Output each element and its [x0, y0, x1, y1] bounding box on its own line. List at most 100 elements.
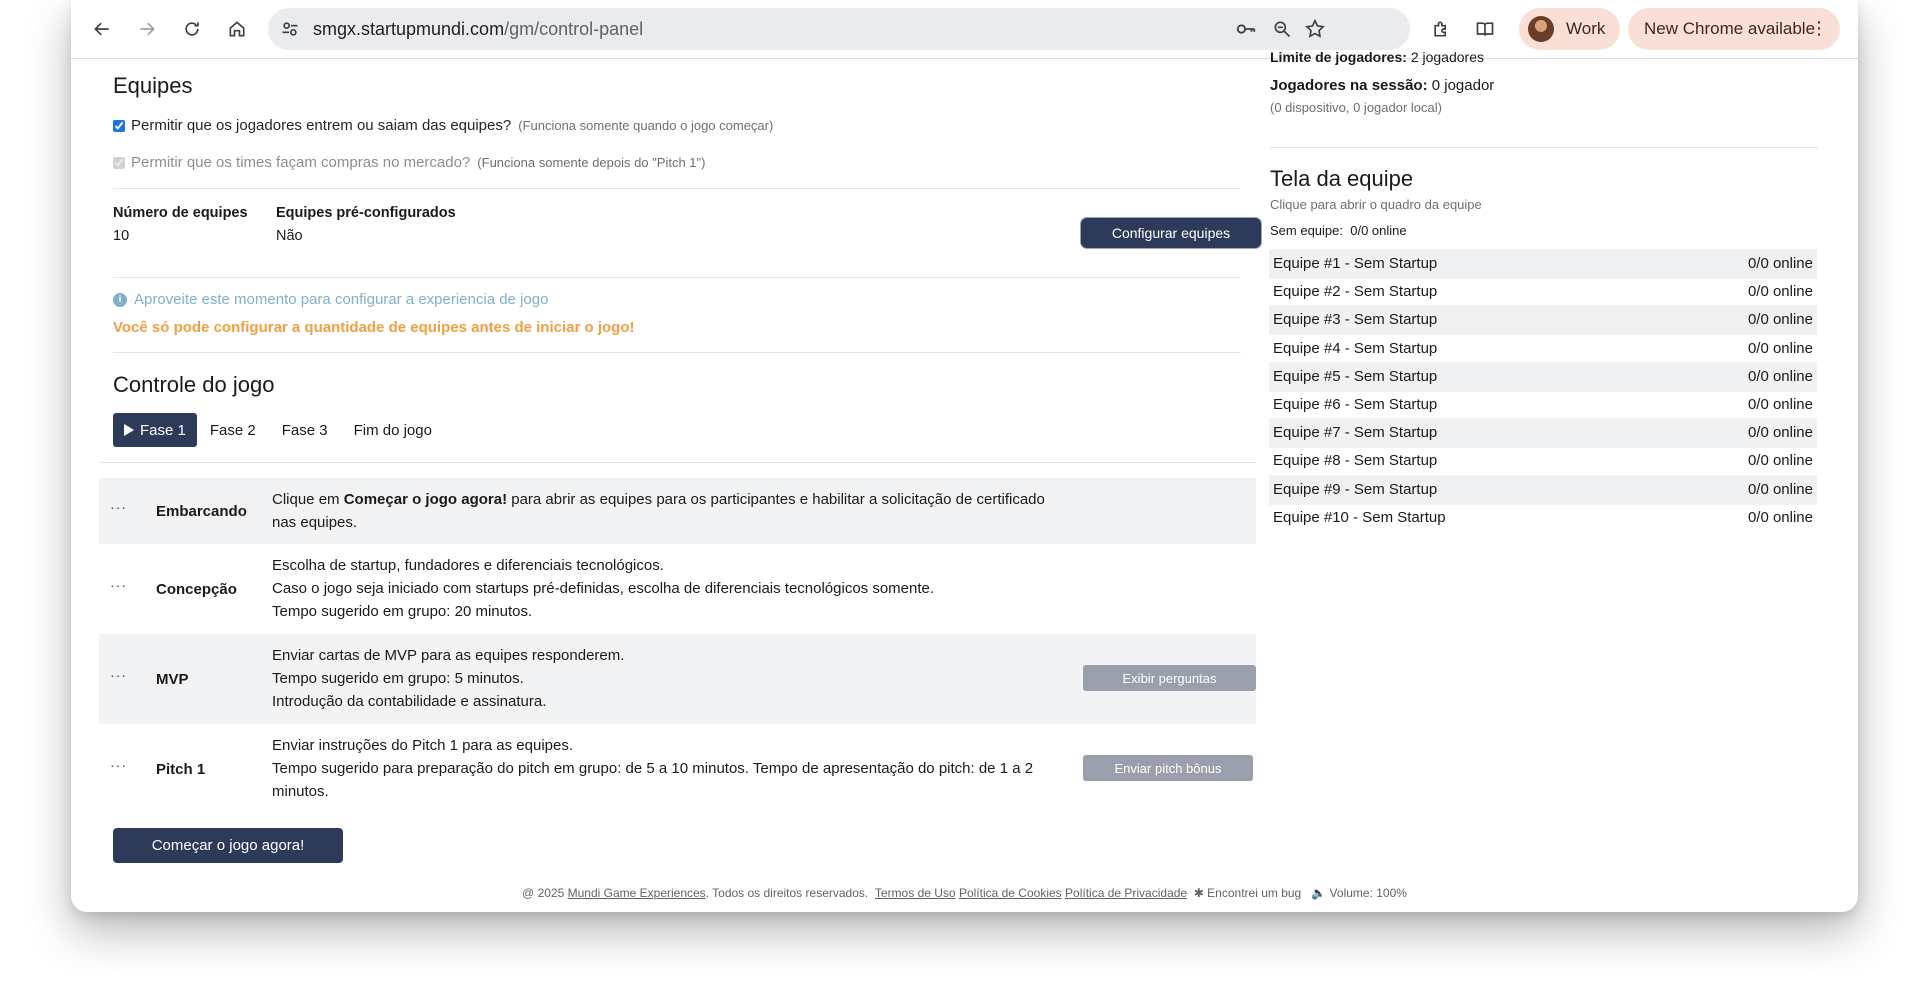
desc-line: Introdução da contabilidade e assinatura…	[272, 693, 547, 710]
arrow-right-icon	[140, 22, 155, 36]
team-row[interactable]: Equipe #3 - Sem Startup 0/0 online	[1269, 305, 1817, 336]
configure-teams-button[interactable]: Configurar equipes	[1083, 220, 1259, 246]
phase-menu-icon[interactable]: ···	[110, 499, 127, 515]
info-text: Aproveite este momento para configurar a…	[134, 291, 549, 308]
phase-name: MVP	[156, 671, 189, 688]
terms-link[interactable]: Termos de Uso	[875, 886, 956, 900]
player-limit-value: 2 jogadores	[1410, 49, 1484, 65]
team-row[interactable]: Equipe #9 - Sem Startup 0/0 online	[1269, 474, 1817, 505]
team-online-status: 0/0 online	[1747, 311, 1813, 329]
address-bar[interactable]: smgx.startupmundi.com/gm/control-panel	[268, 8, 1410, 50]
allow-market-option[interactable]: Permitir que os times façam compras no m…	[113, 154, 705, 171]
home-button[interactable]	[221, 13, 253, 45]
url-host: smgx.startupmundi.com	[313, 19, 505, 39]
password-key-icon[interactable]	[1234, 17, 1258, 41]
allow-join-note: (Funciona somente quando o jogo começar)	[518, 118, 774, 133]
phase-name: Pitch 1	[156, 761, 206, 778]
show-questions-button[interactable]: Exibir perguntas	[1083, 665, 1256, 691]
cookies-link[interactable]: Política de Cookies	[959, 886, 1062, 900]
team-online-status: 0/0 online	[1747, 396, 1813, 413]
reload-icon	[185, 22, 199, 36]
tab-fase-1[interactable]: Fase 1	[113, 413, 197, 447]
player-limit-label: Limite de jogadores:	[1270, 49, 1407, 65]
team-online-status: 0/0 online	[1747, 424, 1813, 442]
team-row[interactable]: Equipe #5 - Sem Startup 0/0 online	[1269, 361, 1817, 392]
team-name: Equipe #2 - Sem Startup	[1273, 283, 1438, 301]
team-name: Equipe #7 - Sem Startup	[1273, 424, 1438, 442]
team-online-status: 0/0 online	[1747, 480, 1813, 498]
phase-name: Embarcando	[156, 503, 247, 520]
puzzle-icon	[1434, 21, 1446, 37]
extensions-button[interactable]	[1425, 13, 1457, 45]
player-limit: Limite de jogadores: 2 jogadores	[1270, 49, 1484, 65]
team-name: Equipe #4 - Sem Startup	[1273, 339, 1438, 357]
forward-button[interactable]	[131, 13, 163, 45]
bug-report[interactable]: ✱ Encontrei um bug	[1194, 886, 1301, 900]
speaker-icon: 🔈	[1311, 886, 1327, 900]
allow-market-checkbox[interactable]	[113, 156, 125, 169]
company-link[interactable]: Mundi Game Experiences	[568, 886, 706, 900]
team-screen-title: Tela da equipe	[1270, 166, 1414, 191]
desc-line: Tempo sugerido para preparação do pitch …	[272, 760, 1034, 800]
team-row[interactable]: Equipe #1 - Sem Startup 0/0 online	[1269, 249, 1817, 279]
allow-join-option[interactable]: Permitir que os jogadores entrem ou saia…	[113, 117, 773, 134]
tab-fase-3[interactable]: Fase 3	[269, 413, 341, 447]
phase-tabs: Fase 1 Fase 2 Fase 3 Fim do jogo	[113, 413, 445, 447]
tab-fase-2[interactable]: Fase 2	[197, 413, 269, 447]
phase-description: Enviar cartas de MVP para as equipes res…	[272, 644, 1052, 713]
team-row[interactable]: Equipe #10 - Sem Startup 0/0 online	[1269, 503, 1817, 533]
team-row[interactable]: Equipe #6 - Sem Startup 0/0 online	[1269, 390, 1817, 420]
reload-button[interactable]	[176, 13, 208, 45]
team-row[interactable]: Equipe #2 - Sem Startup 0/0 online	[1269, 277, 1817, 307]
no-team-value: 0/0 online	[1350, 223, 1407, 238]
divider	[113, 188, 1241, 189]
phase-menu-icon[interactable]: ···	[110, 667, 127, 683]
start-game-button[interactable]: Começar o jogo agora!	[113, 828, 343, 863]
bookmark-star-icon[interactable]	[1303, 17, 1327, 41]
url-path: /gm/control-panel	[504, 19, 644, 39]
copyright-text: @ 2025	[522, 886, 565, 900]
arrow-left-icon	[94, 22, 109, 36]
volume-control[interactable]: 🔈 Volume: 100%	[1311, 886, 1407, 900]
profile-chip[interactable]: Work	[1519, 8, 1620, 50]
allow-join-checkbox[interactable]	[113, 119, 125, 132]
bug-icon: ✱	[1193, 886, 1204, 900]
phase-row-pitch-1: ··· Pitch 1 Enviar instruções do Pitch 1…	[99, 724, 1256, 814]
update-label: New Chrome available	[1644, 19, 1816, 38]
desc-bold: Começar o jogo agora!	[343, 491, 508, 508]
bug-label: Encontrei um bug	[1207, 886, 1302, 900]
phase-menu-icon[interactable]: ···	[110, 757, 127, 773]
info-icon: i	[113, 292, 127, 307]
phase-name: Concepção	[156, 581, 237, 598]
team-online-status: 0/0 online	[1747, 367, 1813, 385]
back-button[interactable]	[86, 13, 118, 45]
warning-message: Você só pode configurar a quantidade de …	[113, 319, 635, 336]
privacy-link[interactable]: Política de Privacidade	[1065, 886, 1187, 900]
url-text[interactable]: smgx.startupmundi.com/gm/control-panel	[313, 19, 643, 40]
desc-line: Tempo sugerido em grupo: 20 minutos.	[272, 603, 533, 620]
tab-fim-do-jogo[interactable]: Fim do jogo	[341, 413, 445, 447]
allow-market-note: (Funciona somente depois do "Pitch 1")	[477, 155, 706, 170]
preconfigured-value: Não	[276, 228, 303, 244]
site-settings-icon[interactable]	[278, 17, 302, 41]
divider	[99, 462, 1256, 463]
team-row[interactable]: Equipe #4 - Sem Startup 0/0 online	[1269, 334, 1817, 364]
no-team-status: Sem equipe: 0/0 online	[1270, 223, 1407, 238]
chrome-update-button[interactable]: New Chrome available ⋮	[1628, 8, 1840, 50]
num-teams-value: 10	[113, 228, 130, 244]
team-row[interactable]: Equipe #7 - Sem Startup 0/0 online	[1269, 418, 1817, 449]
divider	[1270, 147, 1818, 148]
desc-line: Escolha de startup, fundadores e diferen…	[272, 557, 664, 574]
team-screen-subtitle: Clique para abrir o quadro da equipe	[1270, 197, 1482, 212]
zoom-icon[interactable]	[1270, 17, 1294, 41]
volume-label: Volume: 100%	[1329, 886, 1407, 900]
rights-text: . Todos os direitos reservados.	[705, 886, 869, 900]
browser-toolbar: smgx.startupmundi.com/gm/control-panel W…	[71, 0, 1858, 59]
reading-list-button[interactable]	[1469, 13, 1501, 45]
team-row[interactable]: Equipe #8 - Sem Startup 0/0 online	[1269, 446, 1817, 476]
phase-description: Enviar instruções do Pitch 1 para as equ…	[272, 734, 1052, 803]
no-team-label: Sem equipe:	[1270, 223, 1343, 238]
desc-text: Clique em	[272, 491, 344, 508]
phase-menu-icon[interactable]: ···	[110, 577, 127, 593]
send-bonus-pitch-button[interactable]: Enviar pitch bônus	[1083, 755, 1253, 781]
